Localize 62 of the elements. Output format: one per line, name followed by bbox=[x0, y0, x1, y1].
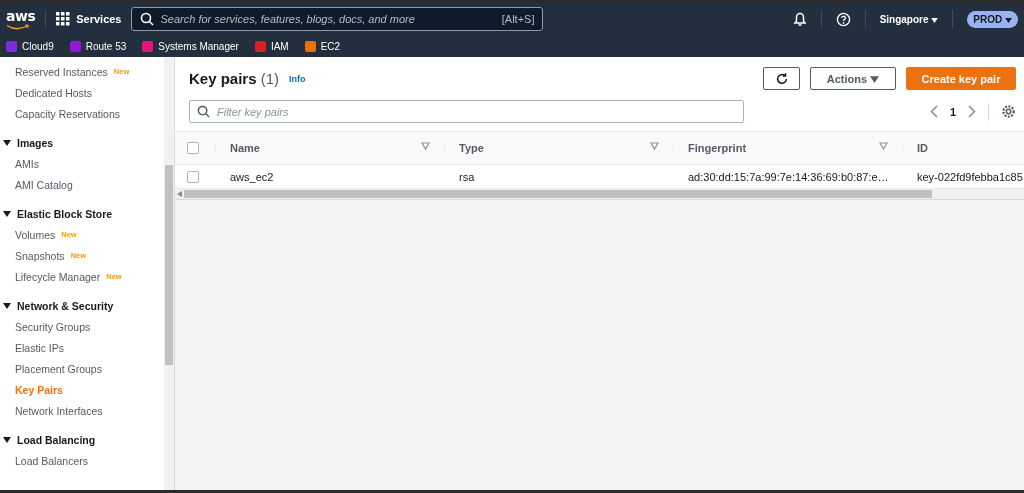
column-header[interactable]: Name bbox=[215, 142, 444, 154]
search-icon bbox=[140, 12, 155, 26]
actions-button[interactable]: Actions bbox=[810, 67, 896, 90]
caret-icon bbox=[931, 17, 939, 23]
section-header[interactable]: Network & Security bbox=[0, 295, 164, 316]
caret-icon bbox=[3, 210, 11, 217]
info-link[interactable]: Info bbox=[289, 73, 306, 84]
table-cell: rsa bbox=[459, 170, 475, 183]
scroll-left-icon[interactable] bbox=[177, 191, 182, 197]
caret-icon bbox=[3, 436, 11, 443]
table-cell: ad:30:dd:15:7a:99:7e:14:36:69:b0:87:e… bbox=[688, 170, 889, 183]
scrollbar[interactable] bbox=[164, 57, 174, 490]
sort-icon[interactable] bbox=[421, 142, 430, 150]
account-menu[interactable]: PROD bbox=[967, 10, 1018, 28]
caret-icon bbox=[870, 75, 880, 83]
favorite-link[interactable]: Route 53 bbox=[69, 40, 127, 52]
search-icon bbox=[197, 105, 210, 118]
nav-link[interactable]: Elastic IPs bbox=[0, 337, 164, 358]
column-header[interactable]: Fingerprint bbox=[673, 142, 902, 154]
settings-icon[interactable] bbox=[1001, 104, 1016, 119]
nav-link[interactable]: Capacity Reservations bbox=[0, 103, 164, 124]
nav-link[interactable]: Load Balancers bbox=[0, 450, 164, 471]
favorite-link[interactable]: Cloud9 bbox=[6, 40, 54, 52]
horizontal-scrollbar[interactable] bbox=[175, 189, 1024, 200]
smile-arrow-icon bbox=[6, 24, 30, 30]
services-button[interactable]: Services bbox=[56, 12, 122, 26]
grid-icon bbox=[56, 12, 71, 26]
logo-text[interactable]: aws bbox=[6, 8, 36, 24]
bell-icon[interactable] bbox=[792, 11, 807, 27]
previous-page-icon[interactable] bbox=[929, 105, 938, 118]
nav-link[interactable]: AMI Catalog bbox=[0, 174, 164, 195]
nav-link[interactable]: Security Groups bbox=[0, 316, 164, 337]
section-header[interactable]: Elastic Block Store bbox=[0, 203, 164, 224]
caret-icon bbox=[3, 139, 11, 146]
page-title: Key pairs (1) bbox=[189, 70, 280, 87]
page-number[interactable]: 1 bbox=[949, 105, 956, 118]
select-all-checkbox[interactable] bbox=[187, 142, 199, 154]
favorite-link[interactable]: EC2 bbox=[304, 40, 341, 52]
filter-field[interactable]: Filter key pairs bbox=[189, 100, 744, 123]
column-header[interactable]: ID bbox=[902, 142, 1024, 154]
region-selector[interactable]: Singapore bbox=[879, 13, 939, 25]
row-checkbox[interactable] bbox=[187, 170, 199, 183]
shortcut-hint: [Alt+S] bbox=[501, 13, 535, 25]
table-cell: key-022fd9febba1c85 bbox=[917, 170, 1023, 183]
favorite-link[interactable]: IAM bbox=[254, 40, 289, 52]
caret-icon bbox=[3, 302, 11, 309]
nav-link[interactable]: Placement Groups bbox=[0, 358, 164, 379]
column-header[interactable]: Type bbox=[444, 142, 673, 154]
nav-link[interactable]: Network Interfaces bbox=[0, 400, 164, 421]
sort-icon[interactable] bbox=[879, 142, 888, 150]
nav-link[interactable]: AMIs bbox=[0, 153, 164, 174]
next-page-icon[interactable] bbox=[968, 105, 976, 118]
refresh-icon bbox=[774, 71, 789, 86]
favorite-link[interactable]: Systems Manager bbox=[142, 40, 239, 52]
section-header[interactable]: Load Balancing bbox=[0, 429, 164, 450]
caret-icon bbox=[1005, 17, 1012, 23]
sort-icon[interactable] bbox=[650, 142, 659, 150]
nav-link[interactable]: Dedicated Hosts bbox=[0, 82, 164, 103]
section-header[interactable]: Images bbox=[0, 132, 164, 153]
help-icon[interactable] bbox=[835, 11, 851, 27]
table-cell: aws_ec2 bbox=[230, 170, 274, 183]
refresh-button[interactable] bbox=[763, 67, 800, 90]
